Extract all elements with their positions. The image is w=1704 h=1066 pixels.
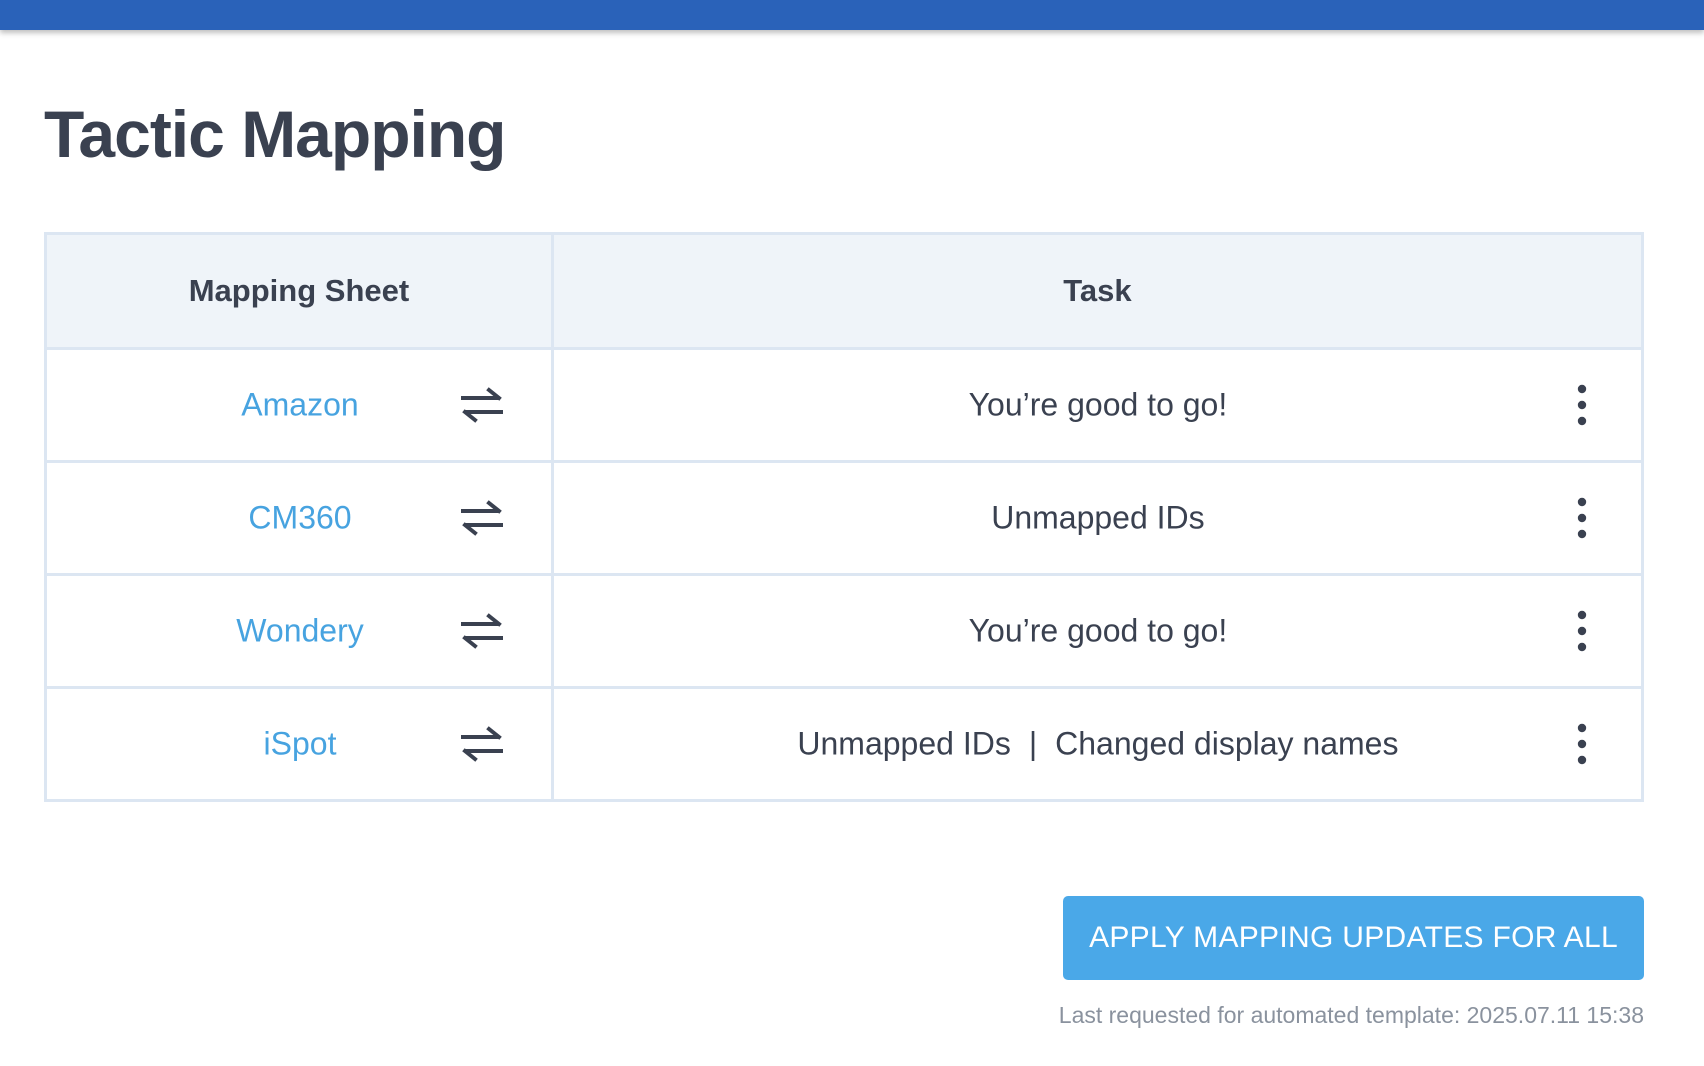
table-row: Wondery You’re good to go! xyxy=(44,573,1645,689)
task-status: Unmapped IDs xyxy=(991,499,1205,536)
more-vertical-icon[interactable] xyxy=(1570,609,1594,653)
more-vertical-icon[interactable] xyxy=(1570,496,1594,540)
column-header-mapping-sheet: Mapping Sheet xyxy=(44,232,554,350)
apply-mapping-updates-button[interactable]: APPLY MAPPING UPDATES FOR ALL xyxy=(1063,896,1644,980)
swap-arrows-icon[interactable] xyxy=(459,385,505,425)
task-item: Changed display names xyxy=(1055,725,1399,762)
last-requested-timestamp: Last requested for automated template: 2… xyxy=(1058,1002,1644,1028)
task-cell: You’re good to go! xyxy=(550,573,1645,689)
task-cell: You’re good to go! xyxy=(550,347,1645,463)
sheet-cell: Amazon xyxy=(44,347,554,463)
table-header-row: Mapping Sheet Task xyxy=(44,232,1645,350)
more-vertical-icon[interactable] xyxy=(1570,383,1594,427)
sheet-cell: CM360 xyxy=(44,460,554,576)
task-item: Unmapped IDs xyxy=(797,725,1011,762)
swap-arrows-icon[interactable] xyxy=(459,611,505,651)
page-title: Tactic Mapping xyxy=(44,97,506,171)
task-separator: | xyxy=(1028,725,1038,762)
mapping-table: Mapping Sheet Task Amazon You’re good to… xyxy=(44,232,1645,802)
task-cell: Unmapped IDs xyxy=(550,460,1645,576)
sheet-cell: iSpot xyxy=(44,686,554,802)
task-status: You’re good to go! xyxy=(968,612,1228,649)
sheet-cell: Wondery xyxy=(44,573,554,689)
swap-arrows-icon[interactable] xyxy=(459,498,505,538)
task-status: You’re good to go! xyxy=(968,386,1228,423)
table-row: Amazon You’re good to go! xyxy=(44,347,1645,463)
more-vertical-icon[interactable] xyxy=(1570,722,1594,766)
column-header-task: Task xyxy=(550,232,1645,350)
swap-arrows-icon[interactable] xyxy=(459,724,505,764)
top-nav-bar xyxy=(0,0,1704,30)
task-cell: Unmapped IDs | Changed display names xyxy=(550,686,1645,802)
task-status: Unmapped IDs | Changed display names xyxy=(554,726,1642,763)
table-row: CM360 Unmapped IDs xyxy=(44,460,1645,576)
table-row: iSpot Unmapped IDs | Changed display names xyxy=(44,686,1645,802)
